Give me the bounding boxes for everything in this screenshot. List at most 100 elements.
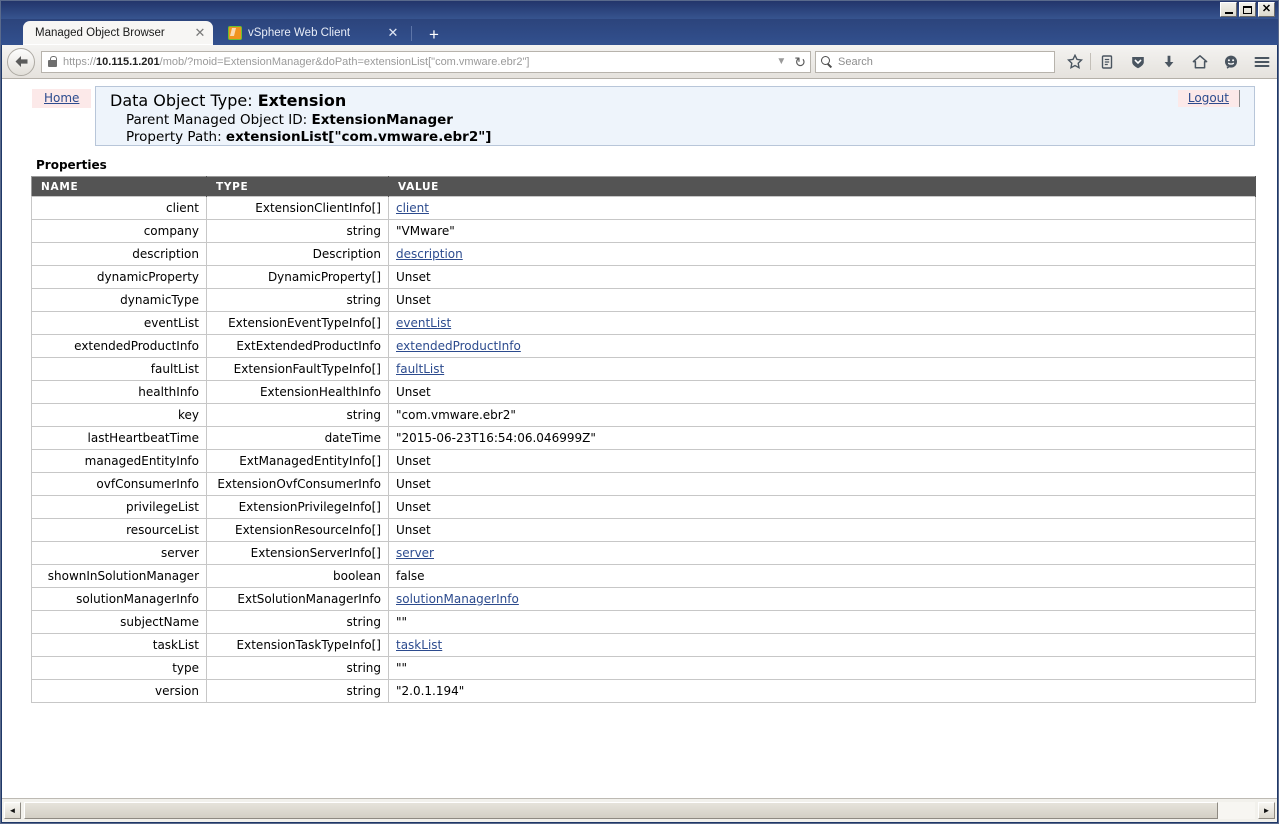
mob-header: Home Logout Data Object Type: Extension … (24, 85, 1255, 147)
pocket-shield-icon[interactable] (1122, 48, 1153, 76)
address-bar-actions: ▼ ↻ (768, 55, 806, 69)
property-type-cell: ExtSolutionManagerInfo (206, 587, 389, 611)
url-path: /mob/?moid=ExtensionManager&doPath=exten… (159, 55, 530, 68)
title-bar: ✕ (1, 1, 1278, 19)
logout-link[interactable]: Logout (1177, 90, 1240, 107)
table-row: subjectName string "" (31, 610, 1256, 634)
property-value-cell: Unset (388, 518, 1256, 542)
parent-managed-object-line: Parent Managed Object ID: ExtensionManag… (126, 112, 453, 128)
table-row: resourceList ExtensionResourceInfo[] Unset (31, 518, 1256, 542)
property-value-link[interactable]: server (396, 546, 434, 560)
page-title: Data Object Type: Extension (110, 91, 346, 110)
property-value-link[interactable]: faultList (396, 362, 444, 376)
table-header-row: NAME TYPE VALUE (31, 176, 1256, 197)
hamburger-menu-icon[interactable] (1246, 48, 1277, 76)
search-input[interactable]: Search (815, 50, 1055, 73)
property-type-cell: string (206, 403, 389, 427)
table-row: shownInSolutionManager boolean false (31, 564, 1256, 588)
column-header-name: NAME (31, 176, 207, 197)
property-name-cell: key (31, 403, 207, 427)
property-name-cell: faultList (31, 357, 207, 381)
property-value-cell[interactable]: extendedProductInfo (388, 334, 1256, 358)
vsphere-plugin-icon (228, 26, 242, 40)
tab-label: Managed Object Browser (35, 27, 165, 39)
close-window-button[interactable]: ✕ (1258, 2, 1275, 17)
property-type-cell: ExtensionEventTypeInfo[] (206, 311, 389, 335)
property-type-cell: ExtExtendedProductInfo (206, 334, 389, 358)
object-header-box: Logout Data Object Type: Extension Paren… (95, 86, 1255, 146)
property-value-link[interactable]: solutionManagerInfo (396, 592, 519, 606)
table-row: version string "2.0.1.194" (31, 679, 1256, 703)
downloads-arrow-icon[interactable] (1153, 48, 1184, 76)
url-host: 10.115.1.201 (96, 55, 160, 68)
property-value-link[interactable]: client (396, 201, 429, 215)
property-value-link[interactable]: extendedProductInfo (396, 339, 521, 353)
property-name-cell: dynamicProperty (31, 265, 207, 289)
table-row: key string "com.vmware.ebr2" (31, 403, 1256, 427)
property-value-cell: Unset (388, 449, 1256, 473)
table-row: company string "VMware" (31, 219, 1256, 243)
horizontal-scrollbar[interactable]: ◄ ► (2, 798, 1277, 822)
home-icon[interactable] (1184, 48, 1215, 76)
back-button[interactable] (7, 47, 35, 76)
scrollbar-track[interactable] (24, 802, 1255, 819)
browser-toolbar-buttons (1059, 48, 1277, 76)
property-type-cell: DynamicProperty[] (206, 265, 389, 289)
property-value-cell[interactable]: taskList (388, 633, 1256, 657)
scroll-right-arrow-icon[interactable]: ► (1258, 802, 1275, 819)
property-name-cell: managedEntityInfo (31, 449, 207, 473)
table-row: ovfConsumerInfo ExtensionOvfConsumerInfo U… (31, 472, 1256, 496)
property-value-cell: Unset (388, 288, 1256, 312)
properties-table-body: client ExtensionClientInfo[] client company… (31, 196, 1256, 703)
property-value-cell[interactable]: description (388, 242, 1256, 266)
property-value-cell: Unset (388, 472, 1256, 496)
browser-window: ✕ Managed Object Browser ✕ vSphere Web C… (0, 0, 1279, 824)
address-bar-url: https://10.115.1.201/mob/?moid=Extension… (63, 56, 529, 68)
property-name-cell: extendedProductInfo (31, 334, 207, 358)
new-tab-button[interactable]: + (425, 26, 443, 45)
reload-icon[interactable]: ↻ (794, 55, 806, 69)
property-name-cell: eventList (31, 311, 207, 335)
property-value-link[interactable]: eventList (396, 316, 451, 330)
property-value-cell[interactable]: server (388, 541, 1256, 565)
property-value-link[interactable]: taskList (396, 638, 442, 652)
search-icon (821, 55, 833, 68)
property-value-cell[interactable]: client (388, 196, 1256, 220)
property-value-cell: false (388, 564, 1256, 588)
table-row: server ExtensionServerInfo[] server (31, 541, 1256, 565)
property-name-cell: resourceList (31, 518, 207, 542)
home-link[interactable]: Home (32, 89, 92, 108)
bookmark-star-icon[interactable] (1059, 48, 1090, 76)
close-tab-icon[interactable]: ✕ (386, 25, 400, 41)
property-value-cell[interactable]: faultList (388, 357, 1256, 381)
property-value-cell[interactable]: solutionManagerInfo (388, 587, 1256, 611)
property-value-cell: Unset (388, 380, 1256, 404)
table-row: faultList ExtensionFaultTypeInfo[] faultLi… (31, 357, 1256, 381)
feedback-smiley-icon[interactable] (1215, 48, 1246, 76)
window-controls: ✕ (1220, 2, 1275, 17)
table-row: taskList ExtensionTaskTypeInfo[] taskList (31, 633, 1256, 657)
chevron-down-icon[interactable]: ▼ (776, 56, 786, 67)
address-bar[interactable]: https://10.115.1.201/mob/?moid=Extension… (41, 50, 811, 73)
property-value-link[interactable]: description (396, 247, 463, 261)
tab-vsphere-web-client[interactable]: vSphere Web Client ✕ (216, 21, 406, 45)
property-name-cell: healthInfo (31, 380, 207, 404)
parent-managed-object-value: ExtensionManager (311, 112, 453, 128)
property-path-label: Property Path: (126, 129, 222, 145)
property-value-cell[interactable]: eventList (388, 311, 1256, 335)
tab-managed-object-browser[interactable]: Managed Object Browser ✕ (23, 21, 213, 45)
minimize-button[interactable] (1220, 2, 1237, 17)
property-value-cell: "VMware" (388, 219, 1256, 243)
property-value-cell: "com.vmware.ebr2" (388, 403, 1256, 427)
property-name-cell: privilegeList (31, 495, 207, 519)
property-type-cell: string (206, 679, 389, 703)
scrollbar-thumb[interactable] (24, 802, 1219, 819)
search-placeholder: Search (838, 55, 873, 68)
scroll-left-arrow-icon[interactable]: ◄ (4, 802, 21, 819)
close-tab-icon[interactable]: ✕ (193, 25, 207, 41)
maximize-button[interactable] (1239, 2, 1256, 17)
tab-strip: Managed Object Browser ✕ vSphere Web Cli… (1, 19, 1278, 45)
reader-list-icon[interactable] (1091, 48, 1122, 76)
property-name-cell: dynamicType (31, 288, 207, 312)
property-name-cell: solutionManagerInfo (31, 587, 207, 611)
